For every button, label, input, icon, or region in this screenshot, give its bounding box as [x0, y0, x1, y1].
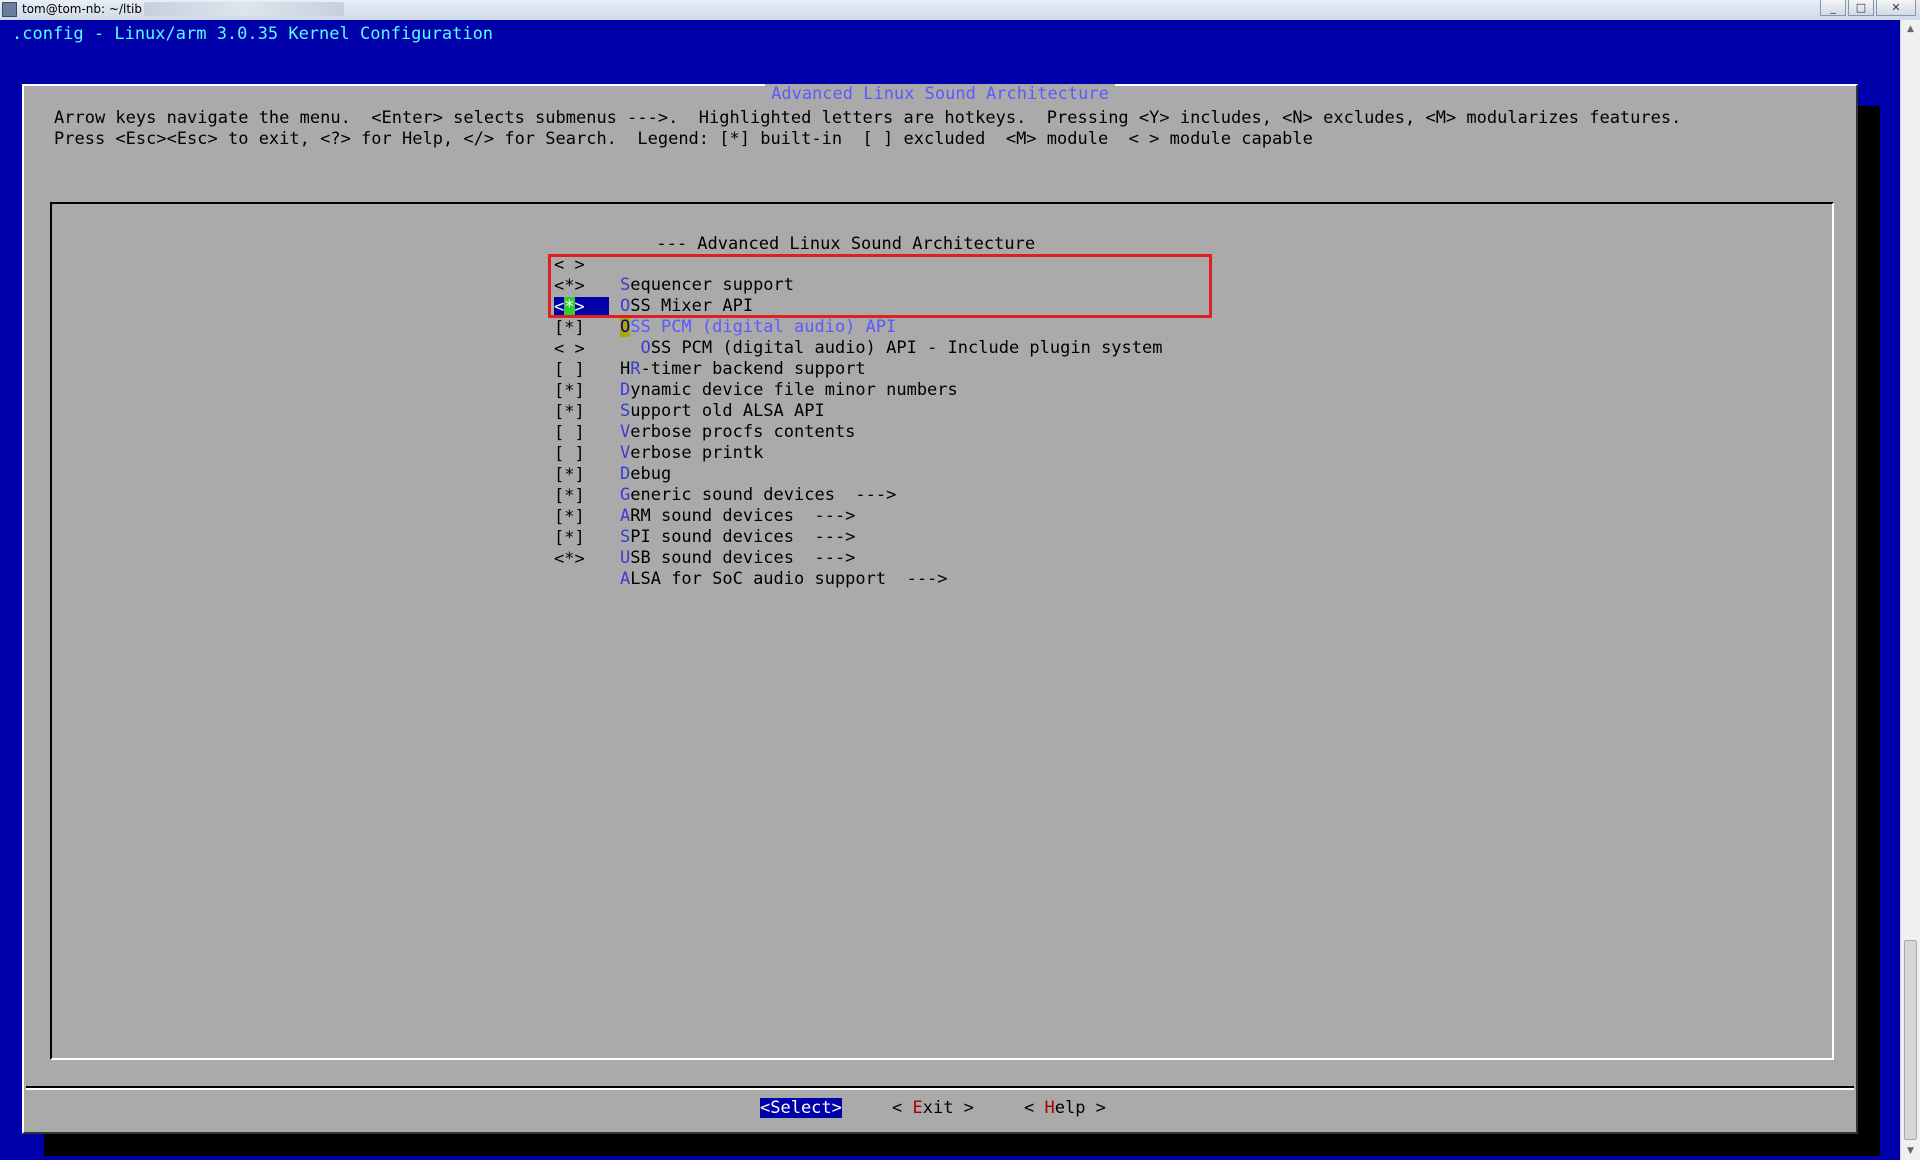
close-button[interactable]: ✕ [1876, 0, 1916, 16]
dialog-title-wrap: Advanced Linux Sound Architecture [24, 84, 1856, 104]
hotkey: A [620, 569, 631, 589]
help-button[interactable]: < Help > [1024, 1098, 1106, 1118]
item-label: ALSA for SoC audio support ---> [620, 569, 948, 589]
menu-item-debug[interactable]: [ ] Debug [554, 424, 1114, 484]
menu-item-hr-timer-backend[interactable]: < > HR-timer backend support [554, 319, 1114, 379]
item-text: LSA for SoC audio support ---> [630, 569, 948, 589]
exit-bracket: < [892, 1098, 913, 1118]
help-text: elp > [1054, 1098, 1106, 1118]
scroll-thumb[interactable] [1904, 940, 1917, 1140]
window-title: tom@tom-nb: ~/ltib [22, 2, 142, 16]
menu-item-spi-sound-devices[interactable]: [*] SPI sound devices ---> [554, 487, 1114, 547]
exit-button[interactable]: < Exit > [892, 1098, 974, 1118]
menu-box: --- Advanced Linux Sound Architecture < … [50, 202, 1834, 1060]
config-title: .config - Linux/arm 3.0.35 Kernel Config… [12, 24, 494, 44]
menu-item-sequencer-support[interactable]: < > Sequencer support [554, 235, 1114, 295]
putty-app-icon [2, 2, 17, 17]
help-hotkey: H [1044, 1098, 1055, 1118]
menu-item-verbose-printk[interactable]: [ ] Verbose printk [554, 403, 1114, 463]
menu-item-arm-sound-devices[interactable]: [*] ARM sound devices ---> [554, 466, 1114, 526]
window-controls: _ □ ✕ [1818, 0, 1916, 16]
menu-item-dynamic-device-minors[interactable]: [ ] Dynamic device file minor numbers [554, 340, 1114, 400]
maximize-button[interactable]: □ [1848, 0, 1874, 16]
help-text-line-1: Arrow keys navigate the menu. <Enter> se… [54, 108, 1682, 128]
dialog-title: Advanced Linux Sound Architecture [765, 84, 1115, 104]
blurred-title-region [144, 2, 344, 16]
exit-hotkey: E [912, 1098, 923, 1118]
button-bar: <Select> < Exit > < Help > [24, 1098, 1856, 1122]
menu-item-verbose-procfs[interactable]: [*] Verbose procfs contents [554, 382, 1114, 442]
item-text: SB sound devices ---> [630, 548, 856, 568]
window-titlebar[interactable]: tom@tom-nb: ~/ltib _ □ ✕ [0, 0, 1920, 21]
red-highlight-annotation [548, 254, 1212, 318]
menu-header: --- Advanced Linux Sound Architecture [554, 214, 1035, 254]
scroll-up-arrow-icon[interactable]: ▲ [1901, 20, 1920, 38]
menu-item-alsa-soc-audio[interactable]: <*> ALSA for SoC audio support ---> [554, 529, 1114, 589]
select-button[interactable]: <Select> [760, 1098, 842, 1118]
menuconfig-dialog: Advanced Linux Sound Architecture Arrow … [22, 84, 1858, 1134]
menu-item-support-old-alsa-api[interactable]: [*] Support old ALSA API [554, 361, 1114, 421]
terminal-area[interactable]: .config - Linux/arm 3.0.35 Kernel Config… [0, 20, 1900, 1160]
terminal-scrollbar[interactable]: ▲ ▼ [1900, 20, 1920, 1160]
menu-item-generic-sound-devices[interactable]: [*] Generic sound devices ---> [554, 445, 1114, 505]
scroll-down-arrow-icon[interactable]: ▼ [1901, 1142, 1920, 1160]
menu-item-usb-sound-devices[interactable]: [*] USB sound devices ---> [554, 508, 1114, 568]
minimize-button[interactable]: _ [1820, 0, 1846, 16]
help-bracket: < [1024, 1098, 1045, 1118]
item-state: <*> [554, 549, 585, 569]
exit-text: xit > [922, 1098, 974, 1118]
button-separator [26, 1086, 1854, 1090]
help-text-line-2: Press <Esc><Esc> to exit, <?> for Help, … [54, 129, 1313, 149]
